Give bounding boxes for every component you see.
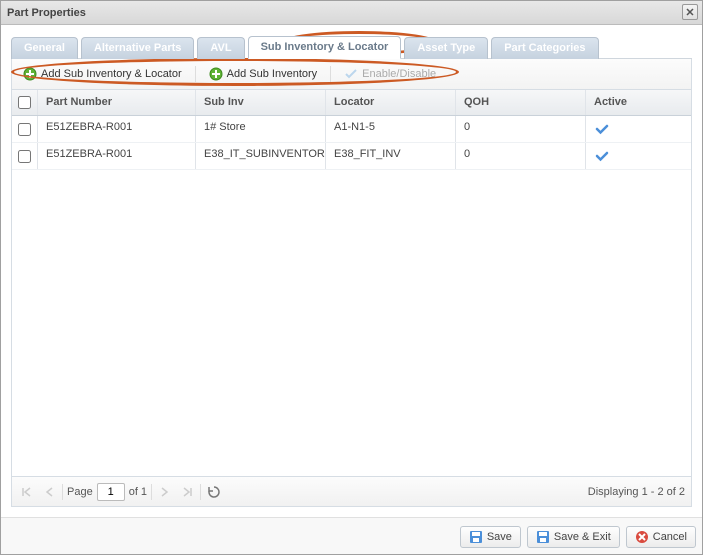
tab-label: Sub Inventory & Locator <box>261 41 389 53</box>
save-icon <box>536 530 550 544</box>
tab-sub-inventory-locator[interactable]: Sub Inventory & Locator <box>248 36 402 59</box>
page-of-label: of 1 <box>129 486 147 498</box>
check-icon <box>344 67 358 81</box>
row-checkbox[interactable] <box>18 123 31 136</box>
cell-part: E51ZEBRA-R001 <box>38 143 196 169</box>
page-next-button[interactable] <box>156 483 174 501</box>
cancel-icon <box>635 530 649 544</box>
tab-label: Asset Type <box>417 42 475 54</box>
toolbar: Add Sub Inventory & Locator Add Sub Inve… <box>11 59 692 90</box>
paging-separator <box>62 484 63 500</box>
save-exit-button[interactable]: Save & Exit <box>527 526 620 548</box>
tab-label: Part Categories <box>504 42 585 54</box>
tab-asset-type[interactable]: Asset Type <box>404 37 488 59</box>
cell-qoh: 0 <box>456 143 586 169</box>
table-row[interactable]: E51ZEBRA-R001 1# Store A1-N1-5 0 <box>12 116 691 143</box>
tabbar: General Alternative Parts AVL Sub Invent… <box>11 35 692 59</box>
enable-disable-button: Enable/Disable <box>337 64 443 84</box>
part-properties-window: Part Properties ✕ General Alternative Pa… <box>0 0 703 555</box>
column-part-number[interactable]: Part Number <box>38 90 196 115</box>
paging-bar: Page of 1 Displaying 1 - 2 of 2 <box>11 477 692 507</box>
table-row[interactable]: E51ZEBRA-R001 E38_IT_SUBINVENTORY E38_FI… <box>12 143 691 170</box>
cell-loc: E38_FIT_INV <box>326 143 456 169</box>
add-sub-inventory-button[interactable]: Add Sub Inventory <box>202 64 325 84</box>
add-sub-inventory-locator-button[interactable]: Add Sub Inventory & Locator <box>16 64 189 84</box>
row-checkbox[interactable] <box>18 150 31 163</box>
cancel-button[interactable]: Cancel <box>626 526 696 548</box>
button-label: Enable/Disable <box>362 68 436 80</box>
add-icon <box>209 67 223 81</box>
displaying-label: Displaying 1 - 2 of 2 <box>588 486 685 498</box>
column-sub-inv[interactable]: Sub Inv <box>196 90 326 115</box>
add-icon <box>23 67 37 81</box>
save-button[interactable]: Save <box>460 526 521 548</box>
paging-separator <box>200 484 201 500</box>
button-label: Save <box>487 531 512 543</box>
row-select-cell <box>12 116 38 142</box>
page-first-button[interactable] <box>18 483 36 501</box>
cell-part: E51ZEBRA-R001 <box>38 116 196 142</box>
cell-sub: E38_IT_SUBINVENTORY <box>196 143 326 169</box>
button-label: Save & Exit <box>554 531 611 543</box>
column-active[interactable]: Active <box>586 90 691 115</box>
button-label: Cancel <box>653 531 687 543</box>
toolbar-separator <box>330 66 331 82</box>
titlebar: Part Properties ✕ <box>1 1 702 25</box>
select-all-cell <box>12 90 38 115</box>
cell-sub: 1# Store <box>196 116 326 142</box>
active-check-icon <box>594 148 683 164</box>
tab-label: General <box>24 42 65 54</box>
grid-header: Part Number Sub Inv Locator QOH Active <box>12 90 691 116</box>
select-all-checkbox[interactable] <box>18 96 31 109</box>
page-last-button[interactable] <box>178 483 196 501</box>
refresh-button[interactable] <box>205 483 223 501</box>
button-label: Add Sub Inventory & Locator <box>41 68 182 80</box>
tab-label: Alternative Parts <box>94 42 181 54</box>
page-input[interactable] <box>97 483 125 501</box>
page-prev-button[interactable] <box>40 483 58 501</box>
paging-separator <box>151 484 152 500</box>
tab-alternative-parts[interactable]: Alternative Parts <box>81 37 194 59</box>
page-label: Page <box>67 486 93 498</box>
tab-label: AVL <box>210 42 231 54</box>
window-title: Part Properties <box>7 7 86 19</box>
grid-body[interactable]: E51ZEBRA-R001 1# Store A1-N1-5 0 E51ZEBR… <box>12 116 691 476</box>
tab-avl[interactable]: AVL <box>197 37 244 59</box>
panel-highlight-layer: General Alternative Parts AVL Sub Invent… <box>11 35 692 507</box>
window-close-button[interactable]: ✕ <box>682 4 698 20</box>
button-label: Add Sub Inventory <box>227 68 318 80</box>
toolbar-separator <box>195 66 196 82</box>
tab-part-categories[interactable]: Part Categories <box>491 37 598 59</box>
tab-general[interactable]: General <box>11 37 78 59</box>
column-locator[interactable]: Locator <box>326 90 456 115</box>
column-qoh[interactable]: QOH <box>456 90 586 115</box>
cell-loc: A1-N1-5 <box>326 116 456 142</box>
active-check-icon <box>594 121 683 137</box>
save-icon <box>469 530 483 544</box>
window-body: General Alternative Parts AVL Sub Invent… <box>1 25 702 517</box>
cell-qoh: 0 <box>456 116 586 142</box>
grid: Part Number Sub Inv Locator QOH Active E… <box>11 90 692 477</box>
footer: Save Save & Exit Cancel <box>1 517 702 554</box>
cell-active <box>586 116 691 142</box>
cell-active <box>586 143 691 169</box>
row-select-cell <box>12 143 38 169</box>
